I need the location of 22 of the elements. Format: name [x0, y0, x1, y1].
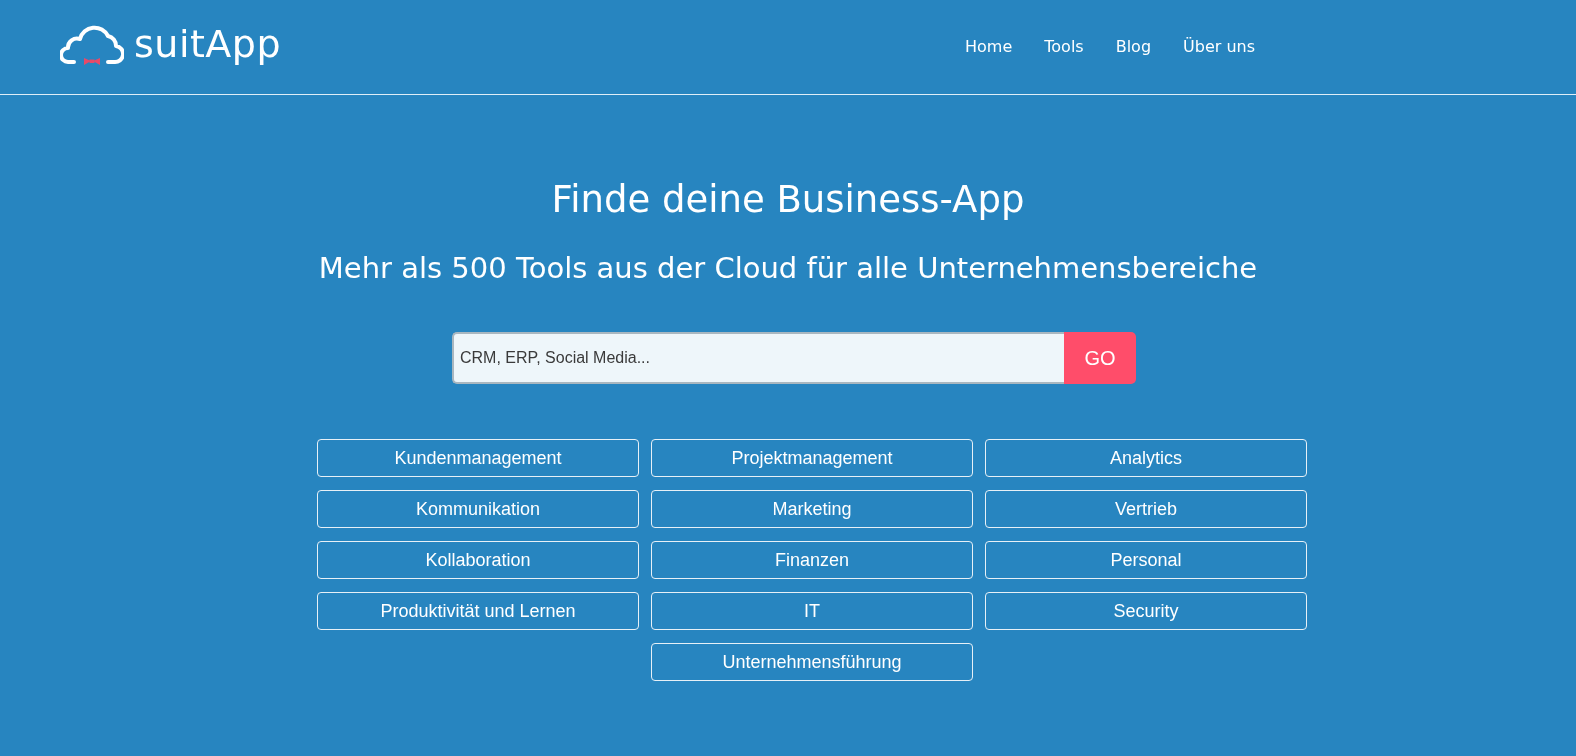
nav-link[interactable]: Über uns	[1183, 36, 1256, 56]
category-button[interactable]: Kollaboration	[317, 541, 639, 579]
category-button[interactable]: Projektmanagement	[651, 439, 973, 477]
category-button[interactable]: Vertrieb	[985, 490, 1307, 528]
nav-link[interactable]: Home	[965, 36, 1013, 56]
nav-link[interactable]: Blog	[1115, 36, 1152, 56]
category-button[interactable]: Marketing	[651, 490, 973, 528]
logo-text[interactable]: suitApp	[134, 22, 282, 66]
category-button[interactable]: IT	[651, 592, 973, 630]
category-button[interactable]: Produktivität und Lernen	[317, 592, 639, 630]
go-button[interactable]: GO	[1064, 332, 1136, 384]
nav-link[interactable]: Tools	[1044, 36, 1084, 56]
hero-subtitle: Mehr als 500 Tools aus der Cloud für alle Unternehmensbereiche	[318, 250, 1258, 287]
category-button[interactable]: Finanzen	[651, 541, 973, 579]
category-button[interactable]: Kundenmanagement	[317, 439, 639, 477]
category-button[interactable]: Security	[985, 592, 1307, 630]
category-button[interactable]: Kommunikation	[317, 490, 639, 528]
category-button[interactable]: Analytics	[985, 439, 1307, 477]
hero-title: Finde deine Business-App	[551, 177, 1025, 223]
category-button[interactable]: Personal	[985, 541, 1307, 579]
search-field[interactable]: CRM, ERP, Social Media...	[452, 332, 1064, 384]
category-button[interactable]: Unternehmensführung	[651, 643, 973, 681]
